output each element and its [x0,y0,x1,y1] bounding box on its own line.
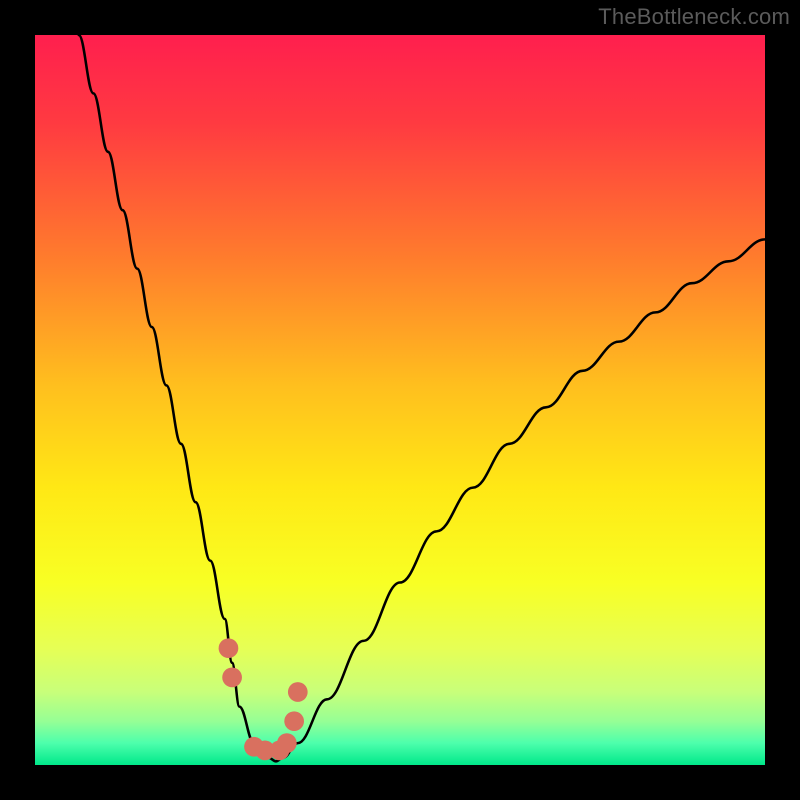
plot-area [35,35,765,765]
highlight-marker [288,682,308,702]
highlight-marker [277,733,297,753]
watermark-text: TheBottleneck.com [598,4,790,30]
highlight-marker [219,638,239,658]
curve-layer [35,35,765,765]
marker-group [219,638,308,760]
highlight-marker [284,711,304,731]
highlight-marker [222,668,242,688]
chart-frame: TheBottleneck.com [0,0,800,800]
bottleneck-curve [79,35,765,761]
